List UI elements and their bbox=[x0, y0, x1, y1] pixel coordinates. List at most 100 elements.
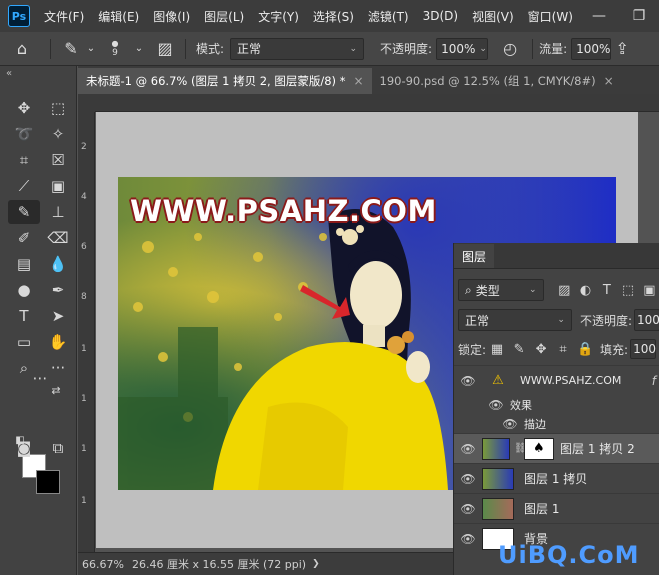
fx-icon[interactable]: f bbox=[652, 374, 656, 388]
close-icon[interactable]: × bbox=[353, 74, 363, 88]
brush-tool-icon[interactable]: ✎ bbox=[8, 200, 40, 224]
stamp-tool-icon[interactable]: ⊥ bbox=[42, 200, 74, 224]
eye-icon[interactable]: 👁 bbox=[496, 417, 524, 431]
flow-field[interactable]: 100% bbox=[571, 37, 612, 60]
crop-tool-icon[interactable]: ⌗ bbox=[8, 148, 40, 172]
lock-transparent-icon[interactable]: ▦ bbox=[486, 342, 508, 357]
tab-layers[interactable]: 图层 bbox=[454, 244, 495, 268]
filter-pixel-icon[interactable]: ▨ bbox=[554, 283, 575, 298]
chevron-down-icon[interactable]: ⌄ bbox=[479, 44, 487, 54]
gradient-tool-icon[interactable]: ▤ bbox=[8, 252, 40, 276]
marquee-tool-icon[interactable]: ⬚ bbox=[42, 96, 74, 120]
menu-filter[interactable]: 滤镜(T) bbox=[362, 8, 417, 25]
layer-filter-select[interactable]: ⌕ 类型 ⌄ bbox=[458, 279, 544, 301]
menu-layer[interactable]: 图层(L) bbox=[198, 8, 252, 25]
menu-window[interactable]: 窗口(W) bbox=[522, 8, 581, 25]
dodge-tool-icon[interactable]: ● bbox=[8, 278, 40, 302]
zoom-level[interactable]: 66.67% bbox=[82, 558, 128, 571]
opacity-field[interactable]: 100% ⌄ bbox=[436, 37, 489, 60]
mode-label: 模式: bbox=[196, 42, 225, 56]
path-select-tool-icon[interactable]: ➤ bbox=[42, 304, 74, 328]
restore-button[interactable]: ❐ bbox=[619, 8, 659, 24]
watermark-text-layer[interactable]: WWW.PSAHZ.COM bbox=[130, 194, 437, 228]
filter-adjustment-icon[interactable]: ◐ bbox=[575, 283, 596, 298]
ruler-label: 1 bbox=[81, 394, 87, 404]
pressure-opacity-icon[interactable]: ◴ bbox=[494, 39, 526, 58]
vertical-ruler[interactable]: 2 4 6 8 1 1 1 1 bbox=[78, 112, 95, 552]
background-color-swatch[interactable] bbox=[36, 470, 60, 494]
lock-row: 锁定: ▦ ✎ ✥ ⌗ 🔒 填充: 100 bbox=[454, 339, 659, 359]
quick-mask-icon[interactable]: ◙ bbox=[8, 436, 40, 460]
layer-effects-row[interactable]: 👁 效果 bbox=[454, 395, 659, 415]
horizontal-ruler[interactable] bbox=[95, 94, 659, 112]
magic-wand-tool-icon[interactable]: ✧ bbox=[42, 122, 74, 146]
filter-smart-object-icon[interactable]: ▣ bbox=[639, 283, 659, 298]
menu-image[interactable]: 图像(I) bbox=[147, 8, 198, 25]
layer-row[interactable]: 👁 图层 1 bbox=[454, 493, 659, 523]
eye-icon[interactable]: 👁 bbox=[454, 374, 482, 388]
move-tool-icon[interactable]: ✥ bbox=[8, 96, 40, 120]
layer-mask-thumbnail[interactable]: ♠ bbox=[524, 437, 554, 460]
hand-tool-icon[interactable]: ✋ bbox=[42, 330, 74, 354]
pen-tool-icon[interactable]: ✒ bbox=[42, 278, 74, 302]
menu-3d[interactable]: 3D(D) bbox=[417, 9, 466, 23]
eraser-tool-icon[interactable]: ⌫ bbox=[42, 226, 74, 250]
eye-icon[interactable]: 👁 bbox=[454, 442, 482, 456]
photoshop-logo-icon[interactable]: Ps bbox=[8, 5, 30, 27]
history-brush-tool-icon[interactable]: ✐ bbox=[8, 226, 40, 250]
menu-type[interactable]: 文字(Y) bbox=[252, 8, 307, 25]
chevron-down-icon: ⌄ bbox=[557, 315, 565, 325]
fill-field[interactable]: 100 bbox=[630, 339, 657, 359]
object-select-tool-icon[interactable]: ▣ bbox=[42, 174, 74, 198]
lasso-tool-icon[interactable]: ➰ bbox=[8, 122, 40, 146]
rectangle-tool-icon[interactable]: ▭ bbox=[8, 330, 40, 354]
layer-opacity-value: 100 bbox=[637, 313, 659, 327]
status-arrow-icon[interactable]: ❯ bbox=[312, 559, 320, 569]
minimize-button[interactable]: — bbox=[579, 8, 619, 24]
tab-190-90-psd[interactable]: 190-90.psd @ 12.5% (组 1, CMYK/8#) × bbox=[372, 68, 622, 94]
chevron-down-icon[interactable]: ⌄ bbox=[133, 43, 145, 54]
home-icon[interactable]: ⌂ bbox=[0, 39, 44, 58]
layer-name: 图层 1 拷贝 bbox=[524, 472, 588, 486]
eyedropper-tool-icon[interactable]: ⟋ bbox=[8, 174, 40, 198]
eye-icon[interactable]: 👁 bbox=[482, 398, 510, 412]
effects-label: 效果 bbox=[510, 399, 532, 412]
screen-mode-icon[interactable]: ⧉ bbox=[42, 436, 74, 460]
lock-position-icon[interactable]: ✥ bbox=[530, 342, 552, 357]
brush-settings-icon[interactable]: ▨ bbox=[151, 39, 179, 58]
eye-icon[interactable]: 👁 bbox=[454, 502, 482, 516]
menu-select[interactable]: 选择(S) bbox=[307, 8, 362, 25]
menu-file[interactable]: 文件(F) bbox=[38, 8, 92, 25]
brush-size-picker[interactable]: ● 9 bbox=[97, 39, 133, 58]
filter-type-icon[interactable]: T bbox=[596, 283, 617, 298]
frame-tool-icon[interactable]: ☒ bbox=[42, 148, 74, 172]
lock-image-icon[interactable]: ✎ bbox=[508, 342, 530, 357]
filter-shape-icon[interactable]: ⬚ bbox=[617, 283, 638, 298]
layer-row-text[interactable]: 👁 ⚠ WWW.PSAHZ.COM f bbox=[454, 365, 659, 395]
layer-row-selected[interactable]: 👁 ⛓ ♠ 图层 1 拷贝 2 bbox=[454, 433, 659, 463]
layer-row[interactable]: 👁 图层 1 拷贝 bbox=[454, 463, 659, 493]
blur-tool-icon[interactable]: 💧 bbox=[42, 252, 74, 276]
layer-thumbnail bbox=[482, 467, 514, 490]
type-tool-icon[interactable]: T bbox=[8, 304, 40, 328]
menu-view[interactable]: 视图(V) bbox=[466, 8, 522, 25]
brush-preset-icon[interactable]: ✎ bbox=[57, 39, 85, 58]
mode-select[interactable]: 正常 ⌄ bbox=[230, 37, 365, 60]
close-icon[interactable]: × bbox=[604, 74, 614, 88]
brush-size-value: 9 bbox=[112, 47, 118, 58]
link-icon[interactable]: ⛓ bbox=[514, 443, 527, 454]
share-icon[interactable]: ⇪ bbox=[611, 39, 633, 58]
eye-icon[interactable]: 👁 bbox=[454, 532, 482, 546]
menu-edit[interactable]: 编辑(E) bbox=[92, 8, 147, 25]
edit-toolbar-icon[interactable]: ⋯ bbox=[24, 366, 56, 390]
lock-all-icon[interactable]: 🔒 bbox=[574, 342, 596, 357]
layer-stroke-effect-row[interactable]: 👁 描边 bbox=[454, 415, 659, 433]
blend-mode-select[interactable]: 正常 ⌄ bbox=[458, 309, 572, 331]
eye-icon[interactable]: 👁 bbox=[454, 472, 482, 486]
chevron-down-icon[interactable]: ⌄ bbox=[85, 43, 97, 54]
lock-artboard-icon[interactable]: ⌗ bbox=[552, 342, 574, 357]
collapse-panel-icon[interactable]: « bbox=[6, 68, 12, 79]
layer-opacity-field[interactable]: 100 bbox=[634, 309, 659, 331]
tab-untitled-1[interactable]: 未标题-1 @ 66.7% (图层 1 拷贝 2, 图层蒙版/8) * × bbox=[78, 68, 372, 94]
options-bar: ⌂ ✎ ⌄ ● 9 ⌄ ▨ 模式: 正常 ⌄ 不透明度: 100% ⌄ ◴ 流量… bbox=[0, 32, 659, 66]
